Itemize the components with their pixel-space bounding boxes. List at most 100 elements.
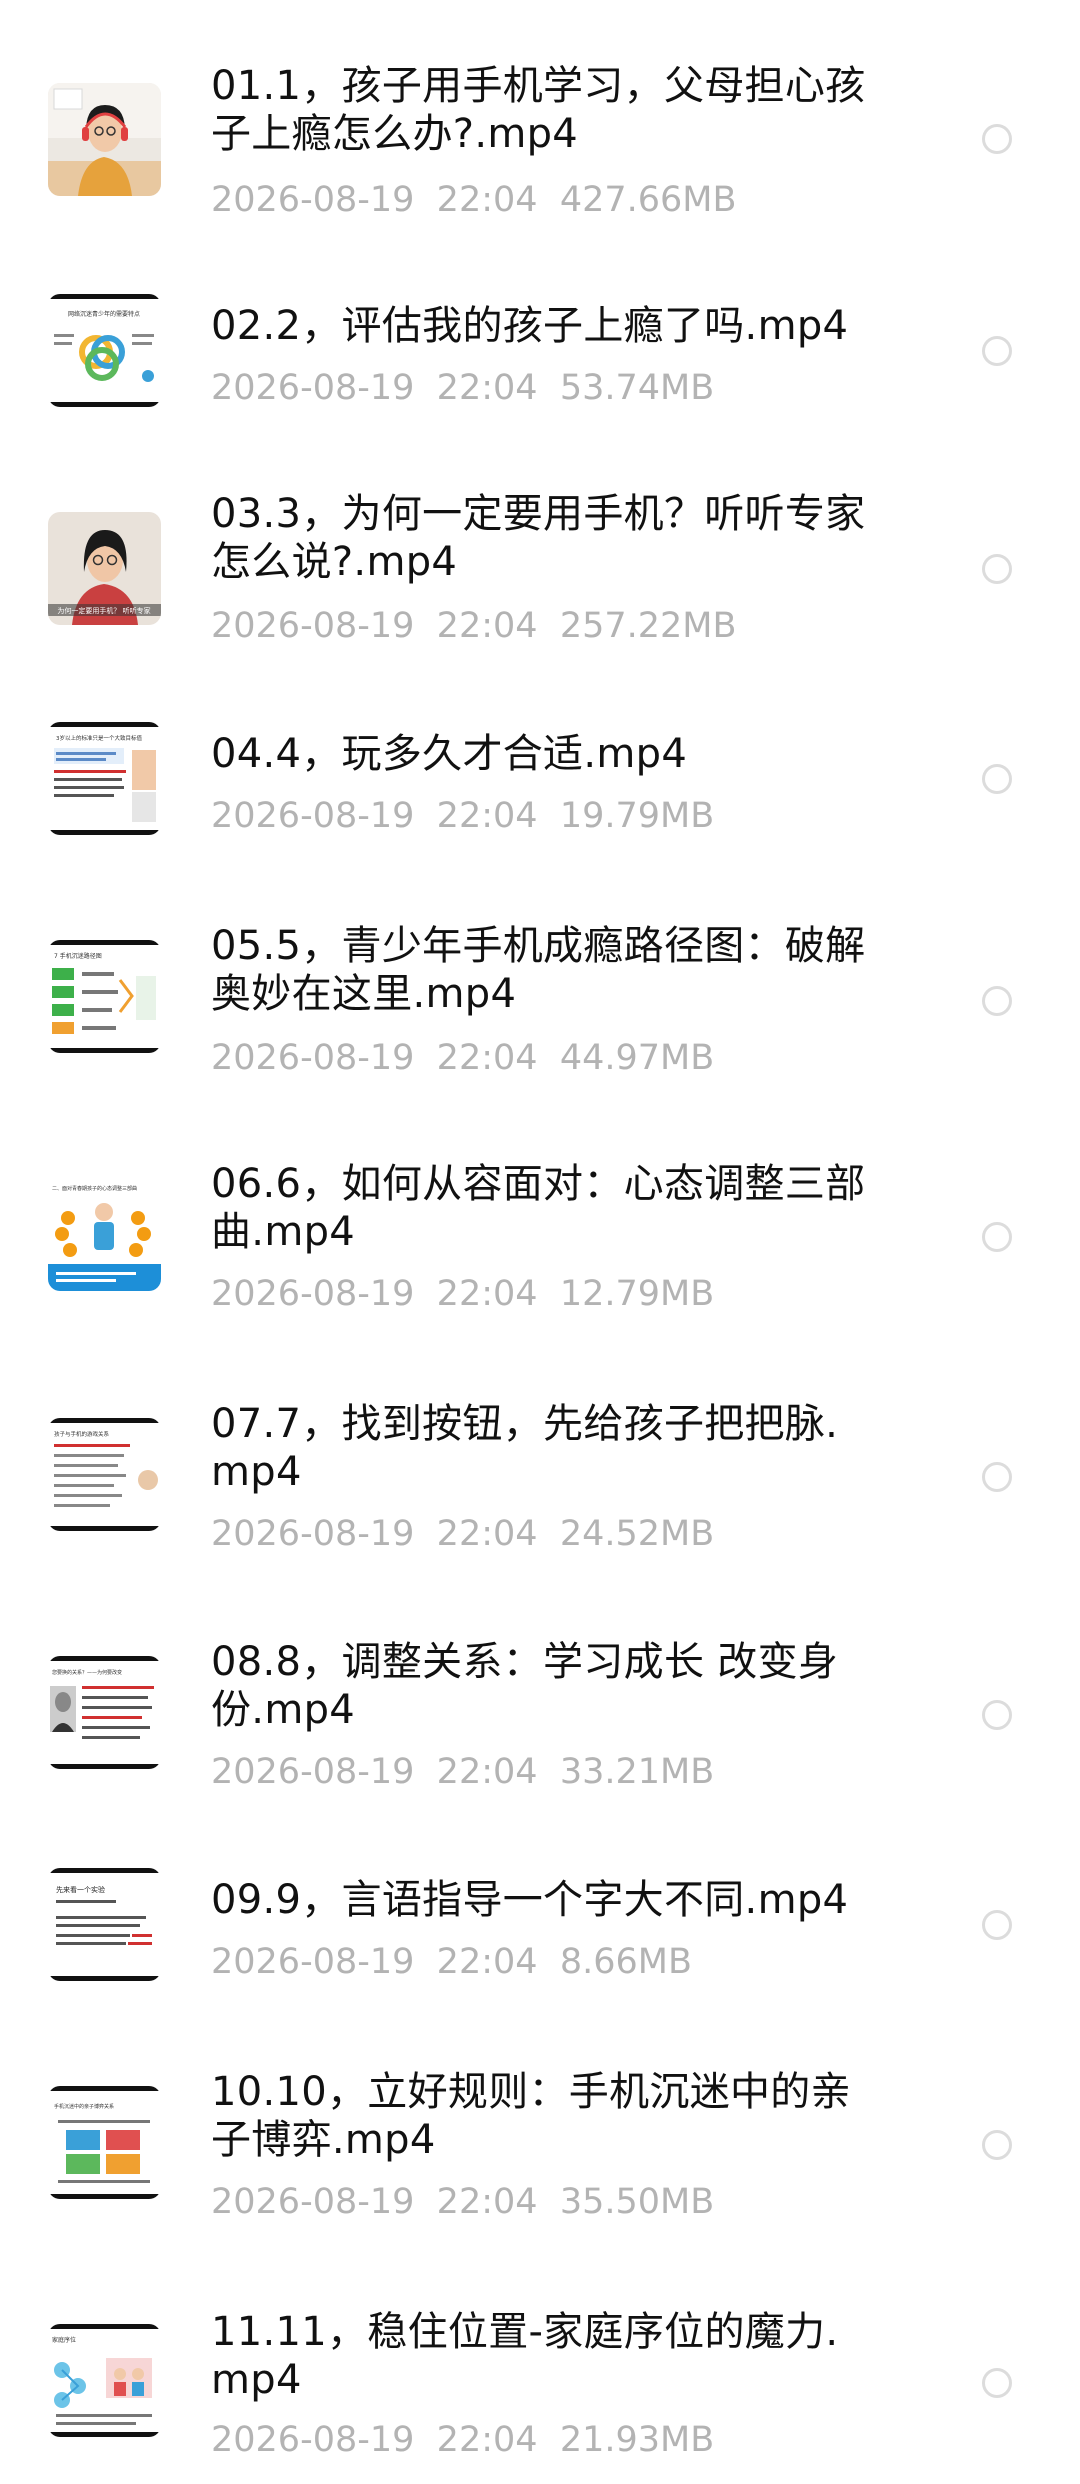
video-thumbnail [48,83,161,196]
file-meta: 2026-08-19 22:04 21.93MB [211,2418,714,2462]
file-meta: 2026-08-19 22:04 8.66MB [211,1940,692,1984]
file-size: 24.52MB [559,1514,715,1554]
file-row[interactable]: 二、面对青春期孩子的心态调整三部曲 06.6，如何从容面对：心态调整三部曲.mp… [0,1148,1080,1348]
file-time: 22:04 [436,2182,538,2222]
thumb-caption: 3岁以上的标准只是一个大致目标值 [56,734,143,742]
file-date: 2026-08-19 [211,2182,415,2222]
select-checkbox[interactable] [982,764,1012,794]
video-thumbnail: 手机沉迷中的亲子博弈关系 [48,2086,161,2199]
file-date: 2026-08-19 [211,1514,415,1554]
thumb-caption: 7 手机沉迷路径图 [54,952,102,960]
file-row[interactable]: 先来看一个实验 09.9，言语指导一个字大不同.mp4 2026-08-19 2… [0,1868,1080,2018]
select-checkbox[interactable] [982,1222,1012,1252]
slide-thumbnail-icon: 您要换的关系？——为何要改变 [48,1656,161,1769]
file-date: 2026-08-19 [211,180,415,220]
person-video-thumbnail-icon: 为何一定要用手机？ 听听专家 [48,512,161,625]
file-list-sheet: 01.1，孩子用手机学习，父母担心孩子上瘾怎么办?.mp4 2026-08-19… [0,0,1080,2484]
file-time: 22:04 [436,1752,538,1792]
thumb-caption: 家庭序位 [52,2336,76,2344]
file-date: 2026-08-19 [211,606,415,646]
select-checkbox[interactable] [982,1910,1012,1940]
file-date: 2026-08-19 [211,1752,415,1792]
file-row[interactable]: 您要换的关系？——为何要改变 08.8，调整关系：学习成长 改变身份.mp4 2… [0,1626,1080,1826]
file-date: 2026-08-19 [211,796,415,836]
file-size: 19.79MB [559,796,715,836]
video-thumbnail: 您要换的关系？——为何要改变 [48,1656,161,1769]
file-row[interactable]: 网络沉迷青少年的需要特点 02.2，评估我的孩子上瘾了吗.mp4 2026-08… [0,294,1080,444]
slide-thumbnail-icon: 家庭序位 [48,2324,161,2437]
thumb-caption: 手机沉迷中的亲子博弈关系 [54,2103,114,2110]
select-checkbox[interactable] [982,2368,1012,2398]
file-row[interactable]: 3岁以上的标准只是一个大致目标值 04.4，玩多久才合适.mp4 2026-08… [0,722,1080,872]
file-size: 21.93MB [559,2420,715,2460]
slide-thumbnail-icon: 网络沉迷青少年的需要特点 [48,294,161,407]
slide-thumbnail-icon: 7 手机沉迷路径图 [48,940,161,1053]
video-thumbnail: 二、面对青春期孩子的心态调整三部曲 [48,1178,161,1291]
select-checkbox[interactable] [982,554,1012,584]
file-size: 33.21MB [559,1752,715,1792]
select-checkbox[interactable] [982,986,1012,1016]
file-name: 07.7，找到按钮，先给孩子把把脉.mp4 [211,1401,839,1495]
file-size: 8.66MB [559,1942,692,1982]
thumb-caption: 二、面对青春期孩子的心态调整三部曲 [52,1185,137,1192]
thumb-caption: 为何一定要用手机？ 听听专家 [57,606,150,615]
file-name: 05.5，青少年手机成瘾路径图：破解奥妙在这里.mp4 [211,923,866,1017]
file-row[interactable]: 7 手机沉迷路径图 05.5，青少年手机成瘾路径图：破解奥妙在这里.mp4 20… [0,910,1080,1110]
file-size: 44.97MB [559,1038,715,1078]
file-name: 03.3，为何一定要用手机？听听专家怎么说?.mp4 [211,491,866,585]
file-row[interactable]: 01.1，孩子用手机学习，父母担心孩子上瘾怎么办?.mp4 2026-08-19… [0,48,1080,248]
file-meta: 2026-08-19 22:04 12.79MB [211,1272,714,1316]
video-thumbnail: 7 手机沉迷路径图 [48,940,161,1053]
select-checkbox[interactable] [982,336,1012,366]
file-date: 2026-08-19 [211,1274,415,1314]
file-name: 08.8，调整关系：学习成长 改变身份.mp4 [211,1639,839,1733]
file-time: 22:04 [436,1514,538,1554]
video-thumbnail: 先来看一个实验 [48,1868,161,1981]
file-time: 22:04 [436,2420,538,2460]
select-checkbox[interactable] [982,1700,1012,1730]
file-meta: 2026-08-19 22:04 24.52MB [211,1512,714,1556]
person-video-thumbnail-icon [48,83,161,196]
thumb-caption: 您要换的关系？——为何要改变 [52,1669,122,1676]
video-thumbnail: 网络沉迷青少年的需要特点 [48,294,161,407]
select-checkbox[interactable] [982,2130,1012,2160]
file-time: 22:04 [436,606,538,646]
slide-thumbnail-icon: 3岁以上的标准只是一个大致目标值 [48,722,161,835]
file-row[interactable]: 孩子与手机的游戏关系 07.7，找到按钮，先给孩子把把脉.mp4 2026-08… [0,1388,1080,1588]
thumb-caption: 孩子与手机的游戏关系 [54,1430,110,1438]
file-time: 22:04 [436,796,538,836]
file-row[interactable]: 手机沉迷中的亲子博弈关系 10.10，立好规则：手机沉迷中的亲子博弈.mp4 2… [0,2056,1080,2256]
file-size: 35.50MB [559,2182,715,2222]
video-thumbnail: 为何一定要用手机？ 听听专家 [48,512,161,625]
select-checkbox[interactable] [982,124,1012,154]
slide-thumbnail-icon: 孩子与手机的游戏关系 [48,1418,161,1531]
file-name: 04.4，玩多久才合适.mp4 [211,731,688,777]
file-name: 02.2，评估我的孩子上瘾了吗.mp4 [211,303,849,349]
file-date: 2026-08-19 [211,2420,415,2460]
file-date: 2026-08-19 [211,368,415,408]
file-row[interactable]: 为何一定要用手机？ 听听专家 03.3，为何一定要用手机？听听专家怎么说?.mp… [0,480,1080,680]
file-row[interactable]: 家庭序位 11.11，稳住位置-家庭序位的魔力.mp4 2026-08-19 2… [0,2296,1080,2484]
file-time: 22:04 [436,180,538,220]
file-time: 22:04 [436,1942,538,1982]
file-meta: 2026-08-19 22:04 35.50MB [211,2180,714,2224]
file-meta: 2026-08-19 22:04 427.66MB [211,178,737,222]
thumb-caption: 先来看一个实验 [56,1885,105,1894]
file-name: 09.9，言语指导一个字大不同.mp4 [211,1877,849,1923]
file-size: 12.79MB [559,1274,715,1314]
file-time: 22:04 [436,368,538,408]
slide-thumbnail-icon: 二、面对青春期孩子的心态调整三部曲 [48,1178,161,1291]
thumb-caption: 网络沉迷青少年的需要特点 [68,310,140,318]
file-size: 257.22MB [559,606,737,646]
file-name: 06.6，如何从容面对：心态调整三部曲.mp4 [211,1161,866,1255]
file-date: 2026-08-19 [211,1942,415,1982]
file-date: 2026-08-19 [211,1038,415,1078]
file-meta: 2026-08-19 22:04 33.21MB [211,1750,714,1794]
file-size: 427.66MB [559,180,737,220]
file-meta: 2026-08-19 22:04 44.97MB [211,1036,714,1080]
video-thumbnail: 3岁以上的标准只是一个大致目标值 [48,722,161,835]
file-meta: 2026-08-19 22:04 19.79MB [211,794,714,838]
file-time: 22:04 [436,1038,538,1078]
select-checkbox[interactable] [982,1462,1012,1492]
video-thumbnail: 家庭序位 [48,2324,161,2437]
